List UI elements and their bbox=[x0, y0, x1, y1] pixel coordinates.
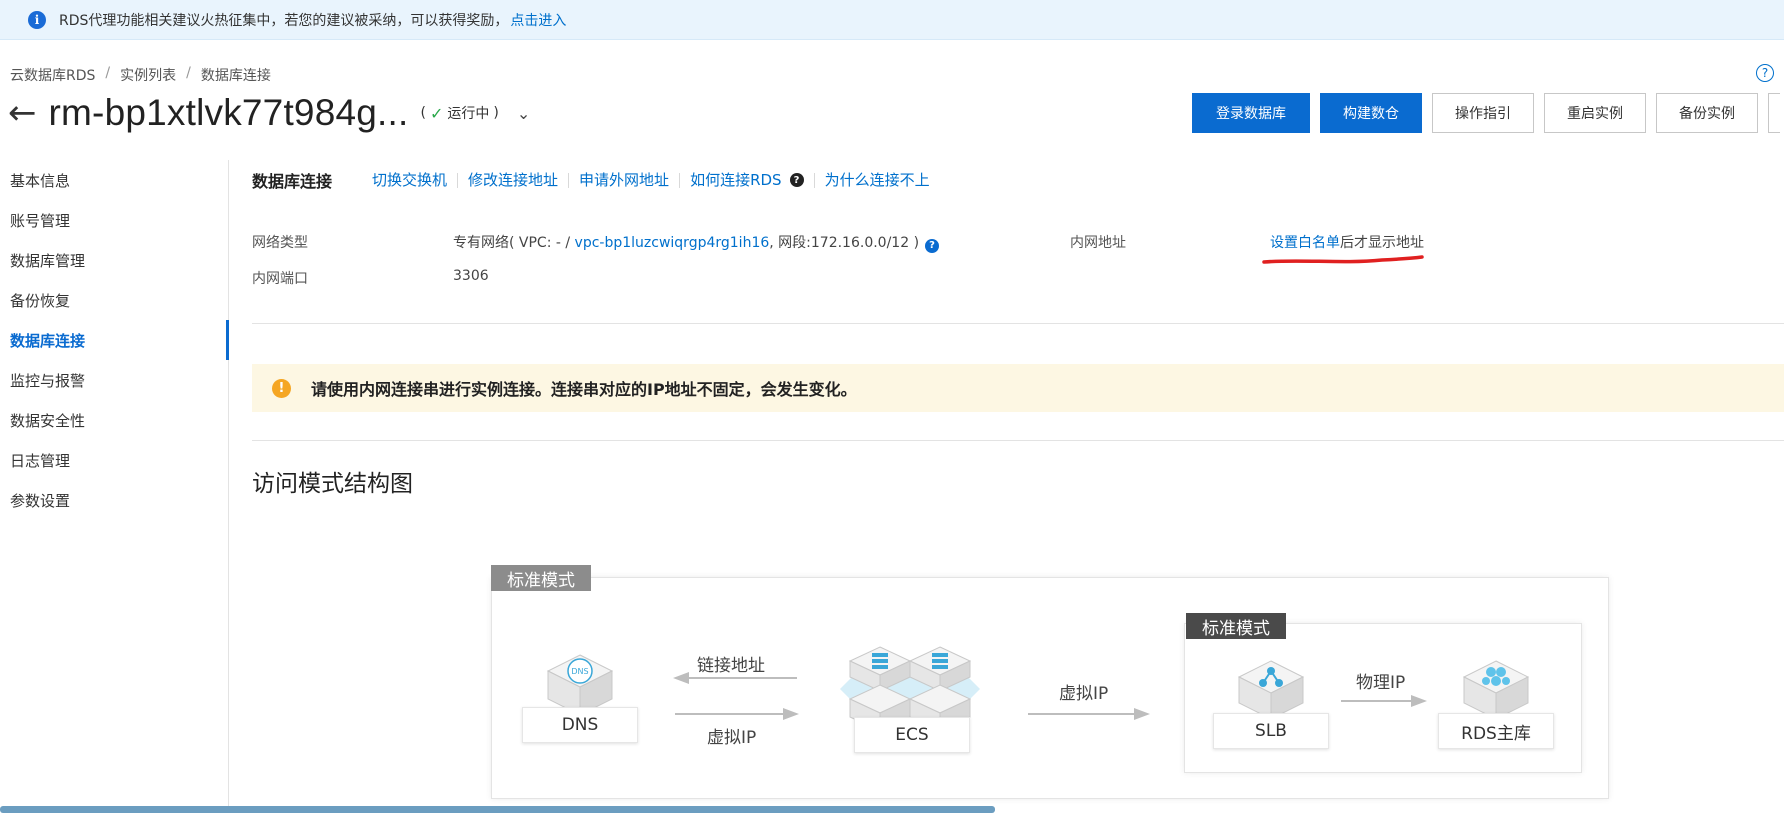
sidebar-item-databases[interactable]: 数据库管理 bbox=[0, 240, 228, 280]
guide-button[interactable]: 操作指引 bbox=[1432, 93, 1534, 133]
info-row: 内网端口 3306 bbox=[252, 268, 1784, 304]
apply-public-address-link[interactable]: 申请外网地址 bbox=[569, 172, 681, 188]
status-text: 运行中 bbox=[447, 106, 490, 122]
why-cannot-connect-link[interactable]: 为什么连接不上 bbox=[815, 172, 940, 188]
backup-instance-button[interactable]: 备份实例 bbox=[1656, 93, 1758, 133]
red-underline-annotation bbox=[1262, 255, 1424, 264]
check-icon: ✓ bbox=[429, 103, 444, 123]
horizontal-scrollbar[interactable] bbox=[0, 806, 995, 813]
login-database-button[interactable]: 登录数据库 bbox=[1192, 93, 1310, 133]
virtual-ip-label-2: 虚拟IP bbox=[1059, 684, 1109, 704]
notice-link[interactable]: 点击进入 bbox=[510, 10, 566, 30]
sidebar-item-connection[interactable]: 数据库连接 bbox=[0, 320, 229, 360]
sidebar-item-security[interactable]: 数据安全性 bbox=[0, 400, 228, 440]
rds-node-label: RDS主库 bbox=[1438, 713, 1554, 749]
network-type-prefix: 专有网络( VPC: - / bbox=[453, 235, 575, 251]
sidebar-item-monitoring[interactable]: 监控与报警 bbox=[0, 360, 228, 400]
sidebar-item-backup[interactable]: 备份恢复 bbox=[0, 280, 228, 320]
intranet-address-value: 设置白名单后才显示地址 bbox=[1270, 232, 1424, 252]
slb-node-label: SLB bbox=[1213, 713, 1329, 749]
build-warehouse-button[interactable]: 构建数仓 bbox=[1320, 93, 1422, 133]
instance-name: rm-bp1xtlvk77t984g... bbox=[48, 92, 409, 133]
info-icon: i bbox=[28, 10, 46, 29]
breadcrumb-item-current: 数据库连接 bbox=[200, 68, 271, 84]
sidebar-item-parameters[interactable]: 参数设置 bbox=[0, 480, 228, 520]
network-type-suffix: , 网段:172.16.0.0/12 ) bbox=[769, 235, 920, 251]
set-whitelist-link[interactable]: 设置白名单 bbox=[1270, 235, 1340, 251]
breadcrumb-separator: / bbox=[105, 65, 111, 81]
modify-address-link[interactable]: 修改连接地址 bbox=[458, 172, 570, 188]
status-paren-open: ( bbox=[420, 105, 426, 121]
status-badge[interactable]: ( ✓ 运行中 ) ⌄ bbox=[420, 103, 530, 123]
physical-ip-label: 物理IP bbox=[1356, 673, 1406, 693]
network-type-value: 专有网络( VPC: - / vpc-bp1luzcwiqrgp4rg1ih16… bbox=[453, 232, 940, 253]
virtual-ip-label: 虚拟IP bbox=[707, 728, 757, 748]
warning-text: 请使用内网连接串进行实例连接。连接串对应的IP地址不固定，会发生变化。 bbox=[311, 380, 857, 399]
warning-alert: ! 请使用内网连接串进行实例连接。连接串对应的IP地址不固定，会发生变化。 bbox=[252, 364, 1784, 412]
section-title: 数据库连接 bbox=[252, 172, 333, 191]
help-circle-icon[interactable]: ? bbox=[789, 173, 804, 187]
how-to-connect-link[interactable]: 如何连接RDS? bbox=[680, 170, 815, 189]
intranet-port-label: 内网端口 bbox=[252, 271, 308, 287]
divider bbox=[252, 440, 1784, 441]
info-row: 网络类型 专有网络( VPC: - / vpc-bp1luzcwiqrgp4rg… bbox=[252, 232, 1784, 268]
help-icon[interactable]: ? bbox=[1756, 64, 1774, 82]
sidebar-item-accounts[interactable]: 账号管理 bbox=[0, 200, 228, 240]
sidebar-item-basic-info[interactable]: 基本信息 bbox=[0, 160, 228, 200]
connection-info: 网络类型 专有网络( VPC: - / vpc-bp1luzcwiqrgp4rg… bbox=[252, 232, 1784, 304]
breadcrumb-separator: / bbox=[186, 65, 191, 81]
breadcrumb-item-rds[interactable]: 云数据库RDS bbox=[10, 65, 95, 85]
page-title-row: ← rm-bp1xtlvk77t984g... ( ✓ 运行中 ) ⌄ bbox=[8, 88, 530, 138]
back-arrow-icon[interactable]: ← bbox=[8, 96, 37, 130]
breadcrumb: 云数据库RDS / 实例列表 / 数据库连接 bbox=[10, 65, 271, 85]
how-to-connect-label: 如何连接RDS bbox=[690, 170, 782, 189]
help-circle-icon[interactable]: ? bbox=[925, 238, 940, 253]
warning-icon: ! bbox=[272, 378, 291, 398]
intranet-port-value: 3306 bbox=[453, 268, 489, 284]
access-mode-diagram: 标准模式 DNS DNS 链接地址 虚拟IP ECS 虚拟IP 标准模式 SLB… bbox=[491, 565, 1611, 800]
network-type-label: 网络类型 bbox=[252, 235, 308, 251]
slb-icon bbox=[1237, 660, 1305, 720]
dns-badge-text: DNS bbox=[571, 667, 588, 676]
ecs-node-label: ECS bbox=[854, 717, 970, 753]
inner-mode-tag: 标准模式 bbox=[1186, 613, 1286, 639]
action-toolbar: 登录数据库 构建数仓 操作指引 重启实例 备份实例 bbox=[1192, 93, 1780, 133]
notice-text: RDS代理功能相关建议火热征集中，若您的建议被采纳，可以获得奖励， bbox=[59, 12, 509, 29]
right-arrow-icon bbox=[1341, 695, 1427, 707]
switch-vswitch-link[interactable]: 切换交换机 bbox=[372, 172, 459, 188]
intranet-address-label: 内网地址 bbox=[1070, 235, 1126, 251]
status-paren-close: ) bbox=[493, 105, 499, 121]
vpc-link[interactable]: vpc-bp1luzcwiqrgp4rg1ih16 bbox=[575, 235, 770, 251]
rds-database-icon bbox=[1462, 660, 1530, 720]
sidebar: 基本信息 账号管理 数据库管理 备份恢复 数据库连接 监控与报警 数据安全性 日… bbox=[0, 160, 229, 813]
dns-node-label: DNS bbox=[522, 707, 638, 743]
divider bbox=[252, 323, 1784, 324]
breadcrumb-item-instances[interactable]: 实例列表 bbox=[120, 65, 176, 85]
right-arrow-icon bbox=[675, 708, 799, 720]
left-arrow-icon bbox=[673, 672, 797, 684]
intranet-address-suffix: 后才显示地址 bbox=[1340, 235, 1424, 251]
more-button[interactable] bbox=[1768, 93, 1780, 133]
chevron-down-icon[interactable]: ⌄ bbox=[517, 104, 530, 123]
outer-mode-tag: 标准模式 bbox=[491, 565, 591, 591]
restart-instance-button[interactable]: 重启实例 bbox=[1544, 93, 1646, 133]
connection-header: 数据库连接 切换交换机 修改连接地址 申请外网地址 如何连接RDS? 为什么连接… bbox=[252, 168, 940, 192]
diagram-title: 访问模式结构图 bbox=[252, 471, 413, 497]
right-arrow-icon bbox=[1028, 708, 1150, 720]
notice-bar: i RDS代理功能相关建议火热征集中，若您的建议被采纳，可以获得奖励， 点击进入 bbox=[0, 0, 1784, 40]
sidebar-item-logs[interactable]: 日志管理 bbox=[0, 440, 228, 480]
